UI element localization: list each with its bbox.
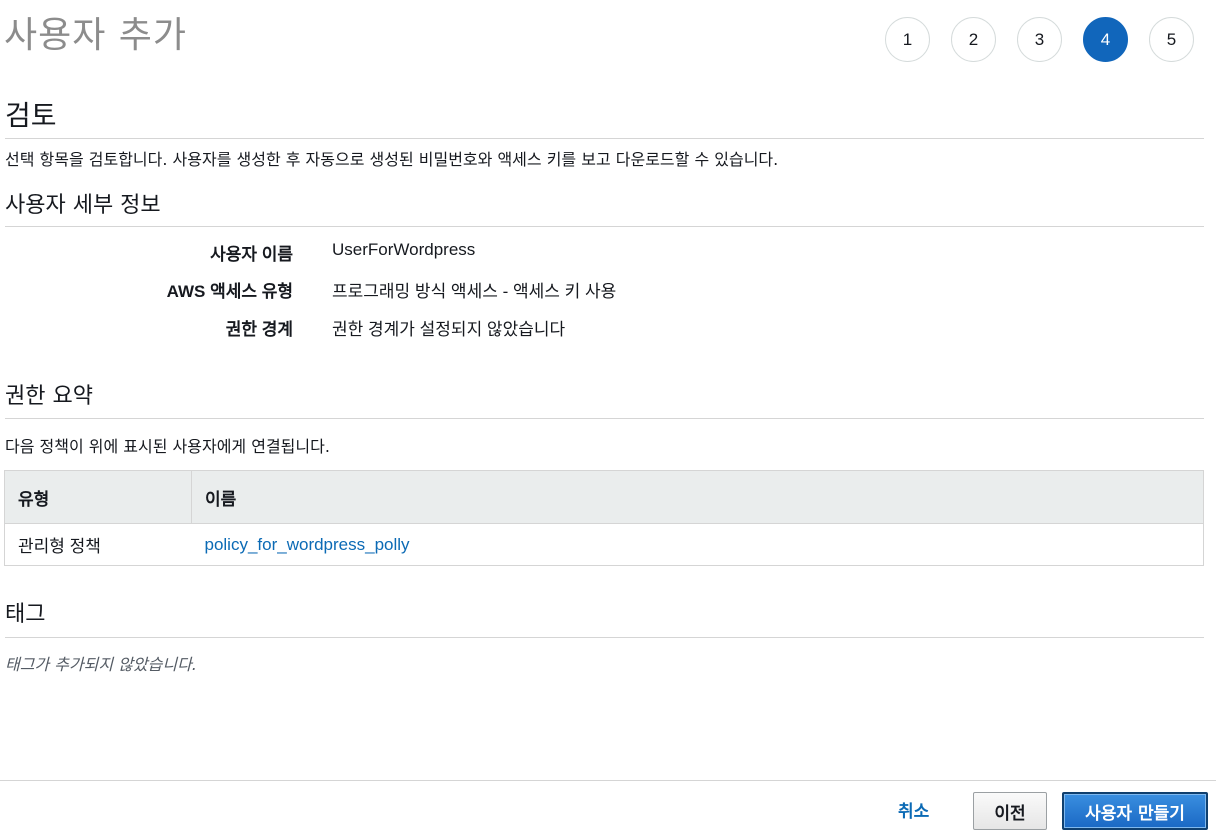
wizard-steps: 1 2 3 4 5 <box>885 17 1194 62</box>
table-row: 관리형 정책 policy_for_wordpress_polly <box>5 524 1204 566</box>
detail-row-access-type: AWS 액세스 유형 프로그래밍 방식 액세스 - 액세스 키 사용 <box>0 277 900 301</box>
detail-row-username: 사용자 이름 UserForWordpress <box>0 240 900 264</box>
wizard-footer: 취소 이전 사용자 만들기 <box>0 780 1216 833</box>
column-header-type: 유형 <box>4 470 192 524</box>
tags-heading: 태그 <box>5 596 1204 638</box>
create-user-button[interactable]: 사용자 만들기 <box>1062 792 1208 830</box>
review-heading: 검토 <box>5 94 1204 139</box>
table-header-row: 유형 이름 <box>4 470 1204 524</box>
detail-value: 프로그래밍 방식 액세스 - 액세스 키 사용 <box>332 282 617 301</box>
policies-table: 유형 이름 관리형 정책 policy_for_wordpress_polly <box>4 470 1204 566</box>
detail-row-permission-boundary: 권한 경계 권한 경계가 설정되지 않았습니다 <box>0 315 900 339</box>
step-1[interactable]: 1 <box>885 17 930 62</box>
policy-name-cell: policy_for_wordpress_polly <box>192 524 1204 566</box>
detail-value: UserForWordpress <box>332 240 476 259</box>
detail-label: AWS 액세스 유형 <box>166 282 293 301</box>
add-user-page: 사용자 추가 1 2 3 4 5 검토 선택 항목을 검토합니다. 사용자를 생… <box>0 0 1216 833</box>
page-title: 사용자 추가 <box>4 15 188 56</box>
step-4-current: 4 <box>1083 17 1128 62</box>
previous-button[interactable]: 이전 <box>973 792 1047 830</box>
permissions-description: 다음 정책이 위에 표시된 사용자에게 연결됩니다. <box>5 437 330 456</box>
column-header-name: 이름 <box>191 470 1204 524</box>
step-5: 5 <box>1149 17 1194 62</box>
review-description: 선택 항목을 검토합니다. 사용자를 생성한 후 자동으로 생성된 비밀번호와 … <box>5 150 779 169</box>
detail-value: 권한 경계가 설정되지 않았습니다 <box>332 320 566 339</box>
detail-label: 사용자 이름 <box>210 245 293 264</box>
detail-label: 권한 경계 <box>225 320 293 339</box>
cancel-button[interactable]: 취소 <box>898 797 929 822</box>
step-2[interactable]: 2 <box>951 17 996 62</box>
tags-empty-text: 태그가 추가되지 않았습니다. <box>5 655 197 674</box>
permissions-summary-heading: 권한 요약 <box>5 378 1204 419</box>
step-3[interactable]: 3 <box>1017 17 1062 62</box>
user-details-heading: 사용자 세부 정보 <box>5 187 1204 227</box>
policy-type-cell: 관리형 정책 <box>18 537 101 556</box>
policy-link[interactable]: policy_for_wordpress_polly <box>205 535 410 554</box>
